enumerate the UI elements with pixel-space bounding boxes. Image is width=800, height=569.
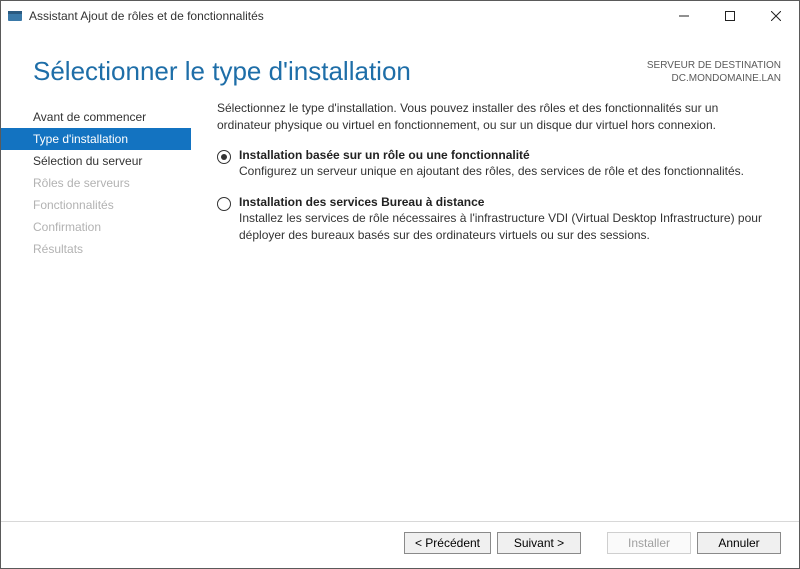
- intro-text: Sélectionnez le type d'installation. Vou…: [217, 100, 769, 135]
- option-role-based-title: Installation basée sur un rôle ou une fo…: [239, 148, 769, 162]
- previous-button[interactable]: < Précédent: [404, 532, 491, 554]
- destination-label: SERVEUR DE DESTINATION: [647, 59, 781, 72]
- destination-info: SERVEUR DE DESTINATION DC.MONDOMAINE.LAN: [647, 57, 781, 85]
- sidebar-item-server-selection[interactable]: Sélection du serveur: [1, 150, 191, 172]
- install-button: Installer: [607, 532, 691, 554]
- footer: < Précédent Suivant > Installer Annuler: [1, 521, 799, 568]
- sidebar-item-features: Fonctionnalités: [1, 194, 191, 216]
- button-spacer: [587, 532, 601, 554]
- radio-unselected-icon[interactable]: [217, 197, 231, 211]
- close-button[interactable]: [753, 1, 799, 31]
- option-role-based-text: Installation basée sur un rôle ou une fo…: [239, 148, 769, 180]
- wizard-window: Assistant Ajout de rôles et de fonctionn…: [0, 0, 800, 569]
- window-title: Assistant Ajout de rôles et de fonctionn…: [29, 9, 264, 23]
- option-rds-desc: Installez les services de rôle nécessair…: [239, 210, 769, 245]
- sidebar-item-server-roles: Rôles de serveurs: [1, 172, 191, 194]
- option-rds-text: Installation des services Bureau à dista…: [239, 195, 769, 245]
- cancel-button[interactable]: Annuler: [697, 532, 781, 554]
- option-rds[interactable]: Installation des services Bureau à dista…: [217, 195, 769, 245]
- maximize-button[interactable]: [707, 1, 753, 31]
- sidebar-item-confirmation: Confirmation: [1, 216, 191, 238]
- sidebar-item-results: Résultats: [1, 238, 191, 260]
- option-role-based[interactable]: Installation basée sur un rôle ou une fo…: [217, 148, 769, 180]
- minimize-button[interactable]: [661, 1, 707, 31]
- window-controls: [661, 1, 799, 31]
- radio-selected-icon[interactable]: [217, 150, 231, 164]
- sidebar-item-installation-type[interactable]: Type d'installation: [1, 128, 191, 150]
- option-role-based-desc: Configurez un serveur unique en ajoutant…: [239, 163, 769, 180]
- header: Sélectionner le type d'installation SERV…: [1, 31, 799, 96]
- content: Sélectionnez le type d'installation. Vou…: [191, 100, 799, 521]
- titlebar: Assistant Ajout de rôles et de fonctionn…: [1, 1, 799, 31]
- body: Avant de commencer Type d'installation S…: [1, 96, 799, 521]
- destination-value: DC.MONDOMAINE.LAN: [647, 72, 781, 85]
- page-title: Sélectionner le type d'installation: [33, 57, 411, 86]
- option-rds-title: Installation des services Bureau à dista…: [239, 195, 769, 209]
- next-button[interactable]: Suivant >: [497, 532, 581, 554]
- app-icon: [7, 8, 23, 24]
- sidebar-item-before-you-begin[interactable]: Avant de commencer: [1, 106, 191, 128]
- sidebar: Avant de commencer Type d'installation S…: [1, 100, 191, 521]
